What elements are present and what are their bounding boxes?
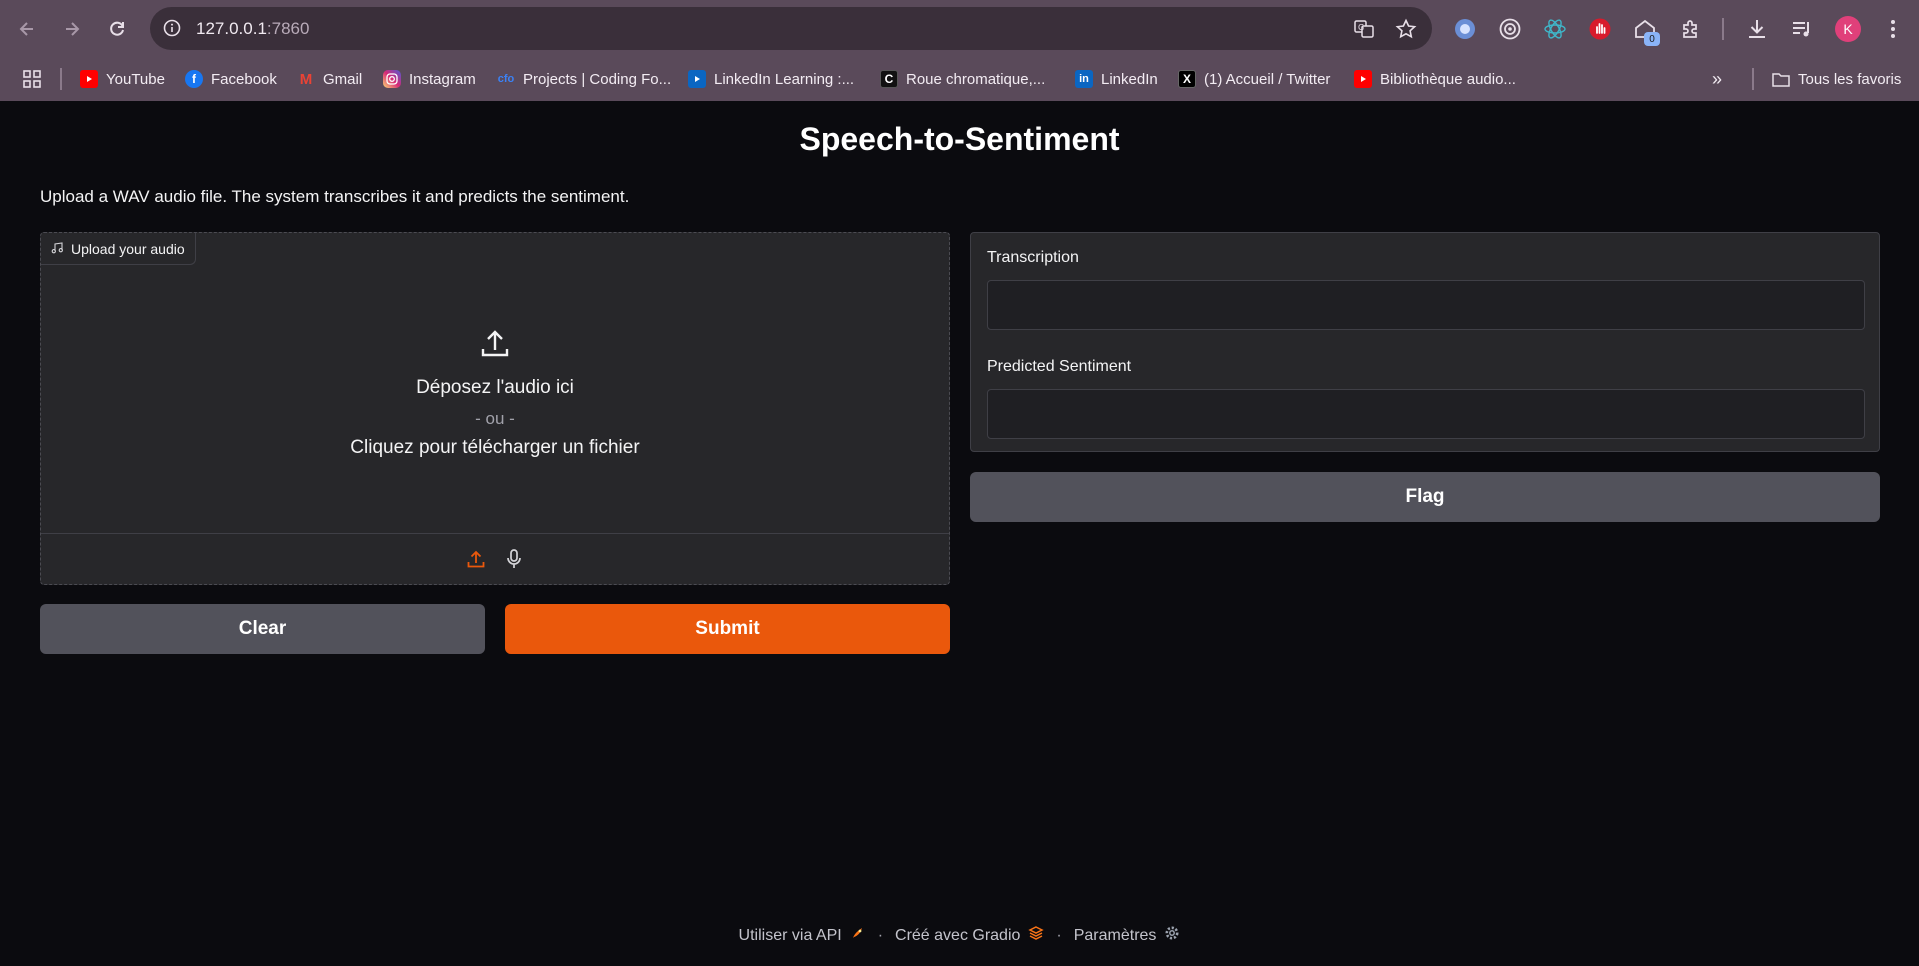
forward-icon[interactable] <box>57 14 87 44</box>
bookmark-bibliotheque-audio[interactable]: Bibliothèque audio... <box>1354 67 1516 91</box>
address-bar[interactable]: 127.0.0.1:7860 G <box>150 7 1432 50</box>
extension-stop-hand-icon[interactable] <box>1587 16 1613 42</box>
adobe-color-icon: C <box>880 70 898 88</box>
footer: Utiliser via API · Créé avec Gradio · Pa… <box>0 925 1919 946</box>
folder-icon <box>1772 70 1790 88</box>
click-to-upload-text[interactable]: Cliquez pour télécharger un fichier <box>350 437 639 459</box>
bookmarks-divider <box>1752 68 1754 90</box>
linkedin-learning-icon <box>688 70 706 88</box>
rocket-icon <box>850 925 866 946</box>
bookmark-roue-chromatique[interactable]: C Roue chromatique,... <box>880 67 1045 91</box>
svg-text:G: G <box>1358 23 1364 32</box>
youtube-icon <box>1354 70 1372 88</box>
gear-icon <box>1164 925 1180 946</box>
facebook-icon: f <box>185 70 203 88</box>
footer-separator: · <box>877 926 884 944</box>
extension-react-icon[interactable] <box>1542 16 1568 42</box>
more-bookmarks-chevron-icon[interactable]: » <box>1712 67 1722 91</box>
gradio-logo-icon <box>1028 925 1045 946</box>
use-via-api-link[interactable]: Utiliser via API <box>739 925 866 946</box>
output-panel: Transcription Predicted Sentiment <box>970 232 1880 452</box>
page-description: Upload a WAV audio file. The system tran… <box>40 187 630 206</box>
extension-badge: 0 <box>1644 32 1660 46</box>
extensions-puzzle-icon[interactable] <box>1678 16 1704 42</box>
app-page: Speech-to-Sentiment Upload a WAV audio f… <box>0 101 1919 966</box>
bookmarks-divider <box>60 68 62 90</box>
sentiment-label: Predicted Sentiment <box>987 358 1132 375</box>
browser-menu-icon[interactable] <box>1880 16 1906 42</box>
drop-area[interactable]: Déposez l'audio ici - ou - Cliquez pour … <box>41 233 949 533</box>
audio-upload-dropzone[interactable]: Déposez l'audio ici - ou - Cliquez pour … <box>40 232 950 585</box>
built-with-gradio-link[interactable]: Créé avec Gradio <box>895 925 1045 946</box>
back-icon[interactable] <box>12 14 42 44</box>
microphone-icon[interactable] <box>502 547 526 571</box>
reload-icon[interactable] <box>102 14 132 44</box>
footer-separator: · <box>1056 926 1062 944</box>
gmail-icon: M <box>299 70 313 88</box>
translate-icon[interactable]: G <box>1352 17 1376 41</box>
bookmark-linkedin[interactable]: in LinkedIn <box>1075 67 1158 91</box>
extension-target-icon[interactable] <box>1497 16 1523 42</box>
media-control-icon[interactable] <box>1789 16 1815 42</box>
drop-text: Déposez l'audio ici <box>416 376 574 398</box>
upload-source-icon[interactable] <box>464 547 488 571</box>
source-selector <box>41 533 949 584</box>
profile-avatar[interactable]: K <box>1835 16 1861 42</box>
downloads-icon[interactable] <box>1744 16 1770 42</box>
bookmark-gmail[interactable]: M Gmail <box>297 67 362 91</box>
bookmark-projects-coding[interactable]: cfo Projects | Coding Fo... <box>497 67 671 91</box>
x-icon: X <box>1178 70 1196 88</box>
flag-button[interactable]: Flag <box>970 472 1880 522</box>
instagram-icon <box>383 70 401 88</box>
bookmarks-bar: YouTube f Facebook M Gmail Instagram cfo… <box>0 57 1919 101</box>
url-text[interactable]: 127.0.0.1:7860 <box>196 19 309 39</box>
browser-chrome: 127.0.0.1:7860 G 0 K YouTube f Facebook … <box>0 0 1919 101</box>
upload-icon <box>479 328 511 365</box>
extension-swirl-icon[interactable] <box>1452 16 1478 42</box>
linkedin-icon: in <box>1075 70 1093 88</box>
upload-label: Upload your audio <box>41 233 196 265</box>
toolbar-divider <box>1722 18 1724 40</box>
bookmark-facebook[interactable]: f Facebook <box>185 67 277 91</box>
bookmark-youtube[interactable]: YouTube <box>80 67 165 91</box>
browser-toolbar: 127.0.0.1:7860 G 0 K <box>0 0 1919 57</box>
music-note-icon <box>51 241 63 257</box>
site-info-icon[interactable] <box>160 16 184 40</box>
page-title: Speech-to-Sentiment <box>799 121 1120 157</box>
youtube-icon <box>80 70 98 88</box>
transcription-label: Transcription <box>987 249 1079 266</box>
settings-link[interactable]: Paramètres <box>1074 925 1181 946</box>
bookmark-instagram[interactable]: Instagram <box>383 67 476 91</box>
apps-grid-icon[interactable] <box>22 67 42 91</box>
all-bookmarks-folder[interactable]: Tous les favoris <box>1772 67 1901 91</box>
bookmark-star-icon[interactable] <box>1394 17 1418 41</box>
codingfont-icon: cfo <box>497 73 515 85</box>
bookmark-twitter[interactable]: X (1) Accueil / Twitter <box>1178 67 1330 91</box>
clear-button[interactable]: Clear <box>40 604 485 654</box>
submit-button[interactable]: Submit <box>505 604 950 654</box>
or-text: - ou - <box>475 408 515 428</box>
bookmark-linkedin-learning[interactable]: LinkedIn Learning :... <box>688 67 854 91</box>
sentiment-output[interactable] <box>987 389 1865 439</box>
transcription-output[interactable] <box>987 280 1865 330</box>
